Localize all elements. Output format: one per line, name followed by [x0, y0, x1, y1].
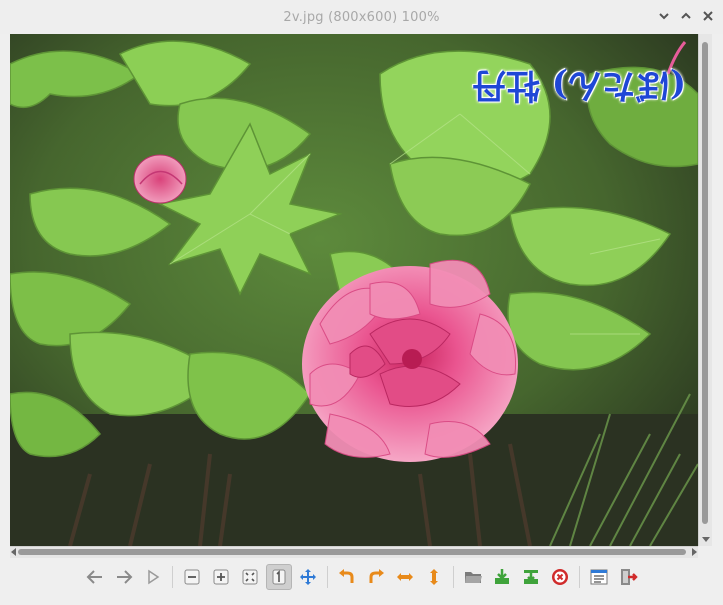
- toolbar-separator: [453, 566, 454, 588]
- chevron-up-icon: [681, 12, 691, 19]
- scroll-right-arrow-icon[interactable]: [692, 548, 697, 556]
- image-caption-overlay: (ぼたん) 牡丹: [471, 65, 686, 105]
- rotate-left-button[interactable]: [334, 564, 360, 590]
- play-icon: [148, 569, 160, 585]
- close-button[interactable]: [701, 9, 715, 23]
- maximize-button[interactable]: [679, 9, 693, 23]
- fit-window-icon: [242, 569, 258, 585]
- fit-window-button[interactable]: [237, 564, 263, 590]
- fullscreen-icon: [300, 569, 316, 585]
- minimize-button[interactable]: [657, 9, 671, 23]
- toolbar-separator: [327, 566, 328, 588]
- save-button[interactable]: [489, 564, 515, 590]
- save-icon: [495, 569, 509, 584]
- flip-horizontal-button[interactable]: [392, 564, 418, 590]
- viewer-toolbar: [0, 560, 723, 594]
- title-bar[interactable]: 2v.jpg (800x600) 100%: [0, 0, 723, 34]
- chevron-down-icon: [659, 13, 669, 20]
- next-image-button[interactable]: [111, 564, 137, 590]
- back-arrow-icon: [86, 570, 102, 584]
- original-size-button[interactable]: [266, 564, 292, 590]
- vertical-scrollbar[interactable]: [698, 34, 712, 546]
- image-viewer-window: 2v.jpg (800x600) 100% (ぼたん) 牡丹: [0, 0, 723, 605]
- flip-horizontal-icon: [397, 573, 413, 581]
- zoom-in-button[interactable]: [208, 564, 234, 590]
- slideshow-button[interactable]: [140, 564, 166, 590]
- zoom-in-icon: [213, 569, 229, 585]
- save-as-button[interactable]: [518, 564, 544, 590]
- horizontal-scrollbar[interactable]: [10, 546, 698, 558]
- vertical-scroll-thumb[interactable]: [702, 42, 708, 524]
- quit-button[interactable]: [615, 564, 641, 590]
- scroll-left-arrow-icon[interactable]: [11, 548, 16, 556]
- fullscreen-button[interactable]: [295, 564, 321, 590]
- preferences-icon: [590, 569, 608, 585]
- flip-vertical-icon: [430, 569, 438, 585]
- close-icon: [703, 11, 713, 21]
- rotate-left-icon: [339, 569, 354, 583]
- delete-button[interactable]: [547, 564, 573, 590]
- zoom-out-button[interactable]: [179, 564, 205, 590]
- original-size-icon: [272, 569, 286, 585]
- save-as-icon: [524, 570, 538, 584]
- toolbar-separator: [579, 566, 580, 588]
- previous-image-button[interactable]: [82, 564, 108, 590]
- zoom-out-icon: [184, 569, 200, 585]
- rotate-right-icon: [369, 569, 384, 583]
- open-folder-icon: [465, 572, 482, 583]
- window-controls: [657, 9, 715, 23]
- window-title: 2v.jpg (800x600) 100%: [283, 9, 440, 25]
- quit-icon: [621, 569, 638, 585]
- flip-vertical-button[interactable]: [421, 564, 447, 590]
- toolbar-separator: [172, 566, 173, 588]
- rotate-right-button[interactable]: [363, 564, 389, 590]
- image-canvas[interactable]: (ぼたん) 牡丹: [10, 34, 698, 546]
- preferences-button[interactable]: [586, 564, 612, 590]
- horizontal-scroll-thumb[interactable]: [18, 549, 686, 555]
- scroll-down-arrow-icon[interactable]: [702, 537, 710, 542]
- forward-arrow-icon: [117, 570, 133, 584]
- open-file-button[interactable]: [460, 564, 486, 590]
- delete-icon: [552, 569, 568, 585]
